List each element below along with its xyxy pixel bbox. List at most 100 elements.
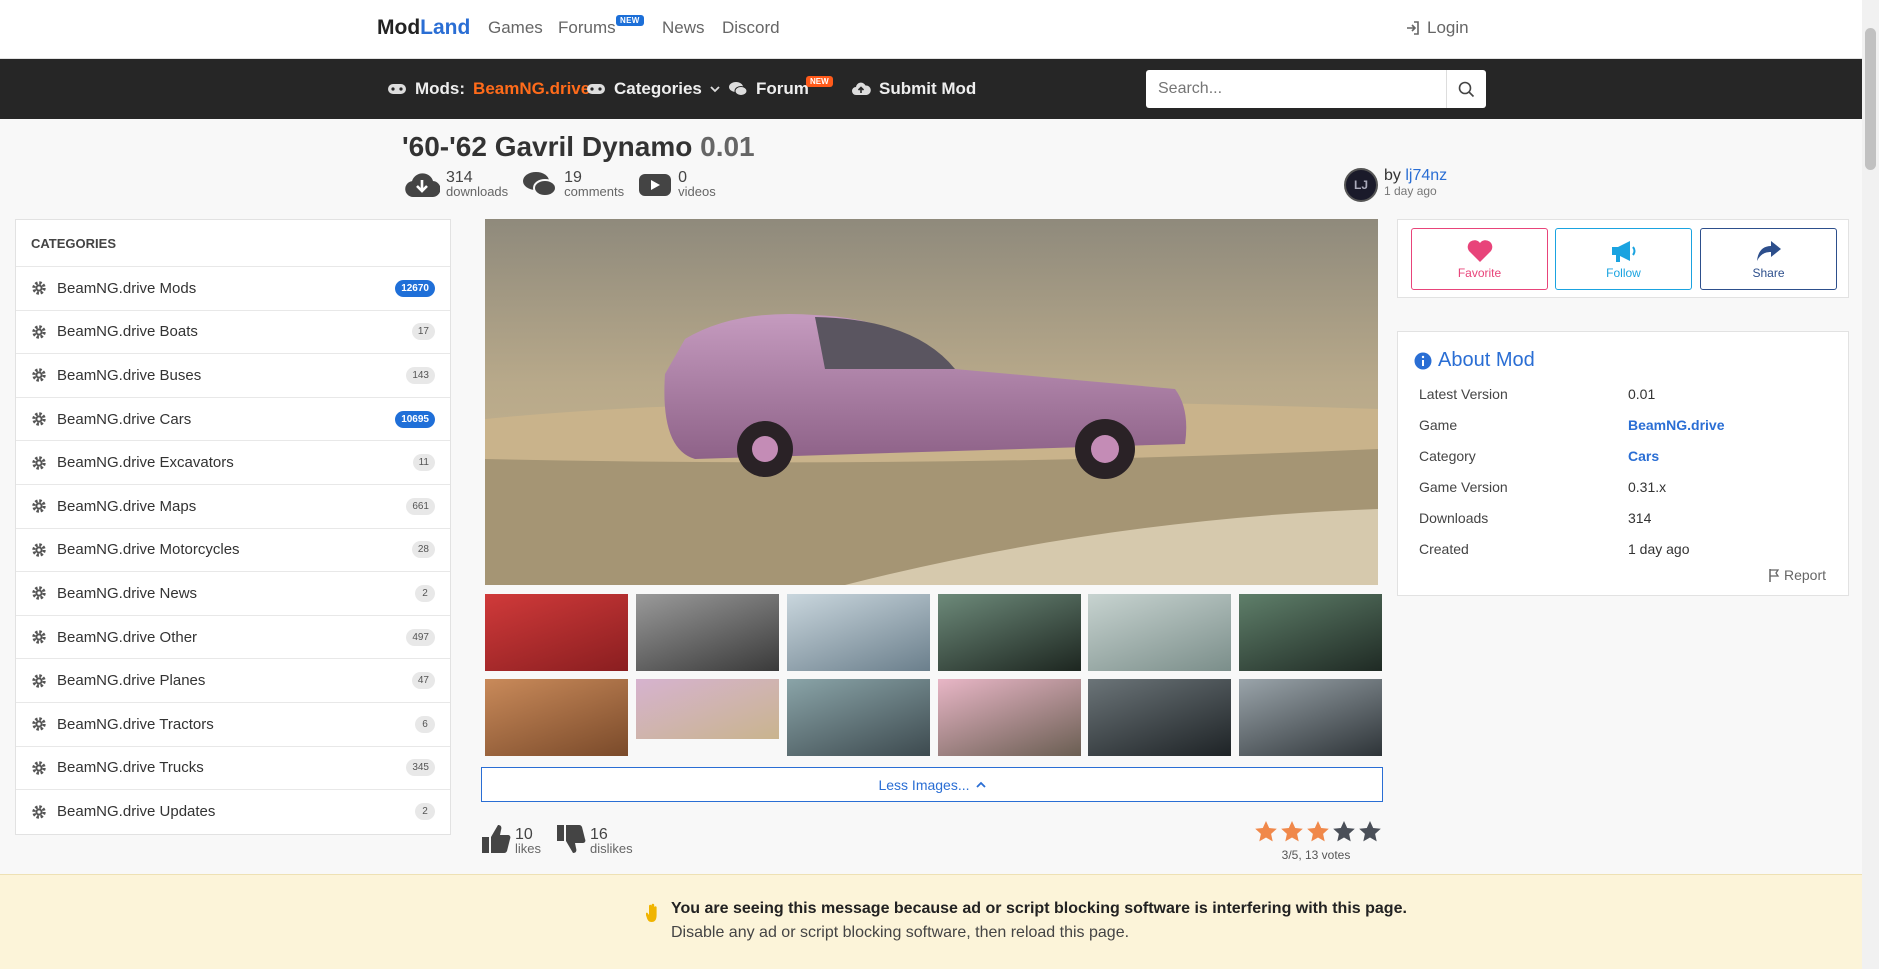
sidebar-category-item[interactable]: BeamNG.drive Other 497 <box>16 616 450 660</box>
main-screenshot[interactable] <box>485 219 1378 585</box>
star-filled-icon[interactable] <box>1280 820 1304 848</box>
adblock-message-body: Disable any ad or script blocking softwa… <box>671 924 1130 941</box>
category-label: BeamNG.drive Trucks <box>57 759 204 777</box>
mods-toolbar: Mods: BeamNG.drive Categories Forum NEW S… <box>0 59 1862 119</box>
gear-icon <box>32 717 46 731</box>
about-row-value[interactable]: Cars <box>1628 448 1659 464</box>
videos-stat[interactable]: 0 videos <box>638 170 716 199</box>
category-label: BeamNG.drive Other <box>57 628 198 646</box>
flag-icon <box>1769 569 1780 582</box>
like-button[interactable]: 10 likes <box>480 823 541 855</box>
gear-icon <box>32 412 46 426</box>
category-count-badge: 143 <box>406 366 435 384</box>
star-empty-icon[interactable] <box>1332 820 1356 848</box>
gallery-thumbnail[interactable] <box>1239 679 1382 756</box>
share-button[interactable]: Share <box>1700 228 1837 290</box>
gallery-thumbnail[interactable] <box>938 679 1081 756</box>
gallery-thumbnail[interactable] <box>485 679 628 756</box>
category-count-badge: 2 <box>415 803 435 821</box>
follow-button[interactable]: Follow <box>1555 228 1692 290</box>
nav-news[interactable]: News <box>662 18 705 38</box>
dislike-button[interactable]: 16 dislikes <box>555 823 633 855</box>
site-logo[interactable]: ModLand <box>377 16 470 40</box>
page-scrollbar[interactable] <box>1862 0 1879 969</box>
search-icon <box>1458 81 1475 97</box>
nav-forums[interactable]: Forums <box>558 18 616 38</box>
comments-stat[interactable]: 19 comments <box>522 170 624 199</box>
about-row-value: 0.31.x <box>1628 479 1667 495</box>
gallery-thumbnail[interactable] <box>636 679 779 739</box>
sidebar-category-item[interactable]: BeamNG.drive News 2 <box>16 572 450 616</box>
video-play-icon <box>639 173 672 196</box>
about-row-value: 314 <box>1628 510 1652 526</box>
sidebar-category-item[interactable]: BeamNG.drive Trucks 345 <box>16 747 450 791</box>
rating-summary: 3/5, 13 votes <box>1281 848 1351 862</box>
sidebar-category-item[interactable]: BeamNG.drive Motorcycles 28 <box>16 529 450 573</box>
about-heading: About Mod <box>1414 349 1535 372</box>
category-count-badge: 2 <box>415 584 435 602</box>
search-box <box>1146 70 1486 108</box>
gallery-thumbnail[interactable] <box>1088 679 1231 756</box>
mods-game-selector[interactable]: Mods: BeamNG.drive <box>387 79 590 99</box>
less-images-button[interactable]: Less Images... <box>481 767 1383 802</box>
author-info: LJ by lj74nz 1 day ago <box>1344 168 1447 202</box>
gallery-thumbnail[interactable] <box>485 594 628 671</box>
gamepad-icon <box>587 84 605 94</box>
posted-time: 1 day ago <box>1384 184 1437 198</box>
gallery-thumbnail[interactable] <box>636 594 779 671</box>
category-count-badge: 47 <box>411 672 435 690</box>
scrollbar-thumb[interactable] <box>1865 28 1876 170</box>
comments-icon <box>523 171 558 197</box>
star-filled-icon[interactable] <box>1254 820 1278 848</box>
author-link[interactable]: lj74nz <box>1405 167 1447 184</box>
about-mod-panel: About Mod Latest Version 0.01 Game BeamNG.d… <box>1397 331 1849 596</box>
category-label: BeamNG.drive Cars <box>57 410 192 428</box>
about-row-label: Downloads <box>1419 510 1489 526</box>
login-icon <box>1407 21 1419 35</box>
login-link[interactable]: Login <box>1405 18 1469 38</box>
category-count-badge: 6 <box>415 715 435 733</box>
search-button[interactable] <box>1446 70 1486 108</box>
gallery-thumbnail[interactable] <box>1239 594 1382 671</box>
sidebar-category-item[interactable]: BeamNG.drive Excavators 11 <box>16 441 450 485</box>
sidebar-category-item[interactable]: BeamNG.drive Buses 143 <box>16 354 450 398</box>
category-count-badge: 28 <box>411 541 435 559</box>
star-filled-icon[interactable] <box>1306 820 1330 848</box>
gallery-thumbnail[interactable] <box>787 594 930 671</box>
category-count-badge: 661 <box>406 497 435 515</box>
sidebar-category-item[interactable]: BeamNG.drive Mods 12670 <box>16 267 450 311</box>
sidebar-category-item[interactable]: BeamNG.drive Updates 2 <box>16 790 450 834</box>
category-label: BeamNG.drive Boats <box>57 323 198 341</box>
thumbs-down-icon <box>557 825 586 853</box>
sidebar-category-item[interactable]: BeamNG.drive Tractors 6 <box>16 703 450 747</box>
sidebar-category-item[interactable]: BeamNG.drive Maps 661 <box>16 485 450 529</box>
about-row-value[interactable]: BeamNG.drive <box>1628 417 1724 433</box>
about-row-label: Game Version <box>1419 479 1508 495</box>
category-label: BeamNG.drive Excavators <box>57 454 234 472</box>
gallery-thumbnail[interactable] <box>1088 594 1231 671</box>
star-empty-icon[interactable] <box>1358 820 1382 848</box>
download-icon <box>405 172 440 197</box>
sidebar-category-item[interactable]: BeamNG.drive Planes 47 <box>16 659 450 703</box>
gear-icon <box>32 805 46 819</box>
favorite-button[interactable]: Favorite <box>1411 228 1548 290</box>
sidebar-category-item[interactable]: BeamNG.drive Cars 10695 <box>16 398 450 442</box>
gamepad-icon <box>388 84 406 94</box>
gear-icon <box>32 761 46 775</box>
report-link[interactable]: Report <box>1768 567 1826 583</box>
forum-link[interactable]: Forum <box>728 79 809 99</box>
gear-icon <box>32 455 46 470</box>
nav-discord[interactable]: Discord <box>722 18 780 38</box>
categories-dropdown[interactable]: Categories <box>586 79 720 99</box>
adblock-message-title: You are seeing this message because ad o… <box>671 900 1407 917</box>
sidebar-category-item[interactable]: BeamNG.drive Boats 17 <box>16 311 450 355</box>
gallery-thumbnail[interactable] <box>938 594 1081 671</box>
star-rating: 3/5, 13 votes <box>1250 820 1382 862</box>
author-avatar[interactable]: LJ <box>1344 168 1378 202</box>
submit-mod-link[interactable]: Submit Mod <box>851 79 976 99</box>
mod-version: 0.01 <box>700 131 755 162</box>
nav-games[interactable]: Games <box>488 18 543 38</box>
search-input[interactable] <box>1146 70 1446 108</box>
categories-sidebar: CATEGORIES BeamNG.drive Mods 12670 BeamNG.… <box>15 219 451 835</box>
gallery-thumbnail[interactable] <box>787 679 930 756</box>
